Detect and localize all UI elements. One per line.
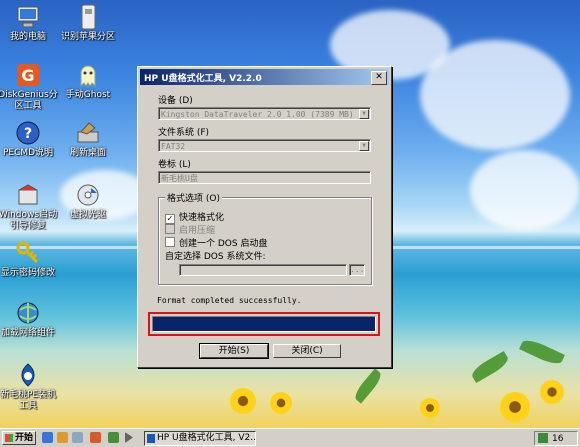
cloud — [420, 40, 570, 150]
desktop-icon-pecmd-help[interactable]: ? PECMD说明 — [0, 120, 59, 159]
desktop-icon-my-computer[interactable]: 我的电脑 — [0, 4, 59, 43]
dos-files-label: 自定选择 DOS 系统文件: — [165, 252, 266, 262]
system-tray: 16 — [534, 431, 578, 446]
taskbar: 开始 HP U盘格式化工具, V2.... 16 — [0, 428, 580, 447]
virtual-drive-icon — [75, 182, 101, 208]
chevron-down-icon[interactable]: ▼ — [359, 109, 369, 119]
tray-network-icon[interactable] — [538, 433, 548, 443]
taskbar-window-label: HP U盘格式化工具, V2.... — [157, 433, 256, 443]
flower — [420, 398, 440, 418]
desktop-icon-virtual-drive[interactable]: 虚拟光驱 — [57, 182, 119, 221]
start-button-taskbar[interactable]: 开始 — [2, 431, 36, 445]
desktop-icon-refresh[interactable]: 刷新桌面 — [57, 120, 119, 159]
format-tool-dialog: HP U盘格式化工具, V2.2.0 ✕ 设备 (D) Kingston Dat… — [137, 66, 392, 368]
windows-logo-icon — [5, 434, 13, 442]
flower — [230, 388, 256, 414]
leaf — [519, 336, 565, 368]
installer-icon — [15, 362, 41, 388]
format-options-group: 格式选项 (O) ✓ 快速格式化 启用压缩 创建一个 DOS 启动盘 自定选择 D… — [158, 191, 372, 285]
device-label: 设备 (D) — [158, 96, 193, 106]
desktop-icon-apple-partition[interactable]: 识别苹果分区 — [57, 4, 119, 43]
checkbox-icon — [165, 237, 175, 247]
leaf — [469, 350, 511, 384]
start-button[interactable]: 开始(S) — [199, 343, 269, 359]
computer-icon — [15, 4, 41, 30]
svg-text:?: ? — [24, 126, 32, 142]
chevron-right-icon[interactable] — [125, 432, 133, 443]
checkbox-disabled-icon — [165, 224, 175, 234]
status-text: Format completed successfully. — [157, 296, 302, 305]
progress-bar — [152, 316, 376, 332]
help-icon: ? — [15, 120, 41, 146]
volume-label: 卷标 (L) — [158, 160, 191, 170]
desktop-icon-boot-repair[interactable]: Windows启动引导修复 — [0, 182, 59, 232]
compression-checkbox[interactable]: 启用压缩 — [165, 223, 215, 236]
start-label: 开始 — [15, 433, 34, 443]
close-icon[interactable]: ✕ — [371, 71, 387, 85]
quicklaunch-ie-icon[interactable] — [72, 432, 83, 443]
flower — [540, 380, 564, 404]
filesystem-select[interactable]: FAT32 ▼ — [158, 139, 371, 152]
title-bar[interactable]: HP U盘格式化工具, V2.2.0 ✕ — [140, 69, 389, 85]
repair-icon — [15, 182, 41, 208]
device-value: Kingston DataTraveler 2.0 1.00 (7389 MB)… — [161, 110, 371, 119]
quicklaunch-desktop-icon[interactable] — [42, 432, 53, 443]
ghost-icon — [75, 62, 101, 88]
leaf — [351, 368, 385, 404]
desktop-icon-password[interactable]: 显示密码修改 — [0, 240, 59, 279]
filesystem-value: FAT32 — [161, 142, 186, 151]
desktop-icon-diskgenius[interactable]: G DiskGenius分区工具 — [0, 62, 59, 112]
volume-value: 新毛桃U盘 — [161, 174, 198, 183]
progress-fill — [153, 317, 375, 331]
desktop-icon-pe-installer[interactable]: 新毛桃PE装机工具 — [0, 362, 59, 412]
chevron-down-icon[interactable]: ▼ — [359, 141, 369, 151]
create-dos-checkbox[interactable]: 创建一个 DOS 启动盘 — [165, 236, 267, 249]
dos-files-path-input[interactable] — [179, 264, 347, 276]
quicklaunch-explorer-icon[interactable] — [57, 432, 68, 443]
desktop-icon-network[interactable]: 加载网络组件 — [0, 300, 59, 339]
window-title: HP U盘格式化工具, V2.2.0 — [144, 74, 262, 84]
app-window-icon — [147, 434, 155, 443]
quick-format-label: 快速格式化 — [179, 213, 225, 223]
create-dos-label: 创建一个 DOS 启动盘 — [179, 239, 268, 249]
filesystem-label: 文件系统 (F) — [158, 128, 210, 138]
device-select[interactable]: Kingston DataTraveler 2.0 1.00 (7389 MB)… — [158, 107, 371, 120]
key-icon — [15, 240, 41, 266]
options-title: 格式选项 (O) — [165, 191, 222, 204]
quicklaunch-tool-icon[interactable] — [108, 432, 119, 443]
compression-label: 启用压缩 — [179, 226, 216, 236]
refresh-icon — [75, 120, 101, 146]
cloud — [470, 150, 580, 230]
volume-input[interactable]: 新毛桃U盘 — [158, 171, 371, 184]
close-button[interactable]: 关闭(C) — [273, 344, 341, 358]
browse-button[interactable]: ... — [349, 264, 365, 276]
flower — [500, 392, 530, 422]
network-icon — [15, 300, 41, 326]
quick-format-checkbox[interactable]: ✓ 快速格式化 — [165, 210, 224, 224]
svg-text:G: G — [21, 66, 34, 85]
drive-icon — [75, 4, 101, 30]
taskbar-window-button[interactable]: HP U盘格式化工具, V2.... — [144, 431, 256, 446]
quicklaunch-app-icon[interactable] — [90, 432, 101, 443]
flower — [270, 392, 292, 414]
desktop-icon-ghost[interactable]: 手动Ghost — [57, 62, 119, 101]
clock-text: 16 — [552, 434, 564, 444]
diskgenius-icon: G — [15, 62, 41, 88]
